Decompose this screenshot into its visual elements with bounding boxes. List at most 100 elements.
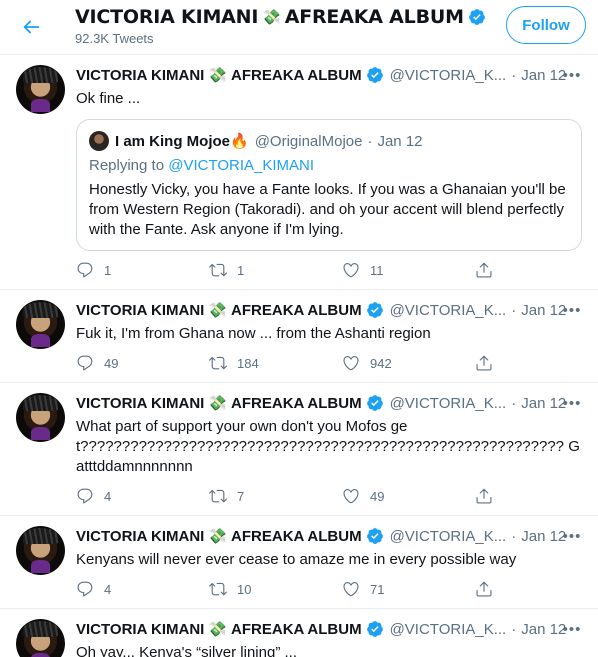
money-emoji-icon: 💸 bbox=[208, 621, 228, 638]
tweet-actions: 49 184 942 bbox=[68, 344, 582, 382]
author-album-text: AFREAKA ALBUM bbox=[231, 527, 362, 545]
retweet-icon bbox=[209, 489, 227, 503]
like-count: 942 bbox=[370, 355, 392, 371]
author-name[interactable]: VICTORIA KIMANI 💸 AFREAKA ALBUM bbox=[76, 301, 384, 319]
share-button[interactable] bbox=[467, 346, 501, 380]
author-album-text: AFREAKA ALBUM bbox=[231, 66, 362, 84]
replying-to-link[interactable]: @VICTORIA_KIMANI bbox=[168, 157, 314, 174]
tweet-header: VICTORIA KIMANI 💸 AFREAKA ALBUM @VICTORI… bbox=[76, 393, 582, 413]
like-button[interactable]: 11 bbox=[334, 253, 467, 287]
author-handle[interactable]: @VICTORIA_K... bbox=[390, 621, 507, 638]
heart-icon bbox=[343, 489, 359, 504]
timestamp[interactable]: Jan 12 bbox=[521, 621, 566, 638]
header-title-wrap: VICTORIA KIMANI 💸 AFREAKA ALBUM 92.3K Tw… bbox=[75, 6, 486, 46]
more-button[interactable]: ••• bbox=[562, 65, 582, 85]
replying-to: Replying to @VICTORIA_KIMANI bbox=[89, 157, 569, 174]
author-name-text: VICTORIA KIMANI bbox=[76, 301, 205, 319]
separator-dot: · bbox=[511, 394, 517, 412]
share-button[interactable] bbox=[467, 572, 501, 606]
quoted-author-name[interactable]: I am King Mojoe🔥 bbox=[115, 132, 249, 150]
avatar[interactable] bbox=[16, 65, 65, 114]
retweet-button[interactable]: 184 bbox=[201, 346, 334, 380]
tweet[interactable]: ••• VICTORIA KIMANI 💸 AFREAKA ALBUM @VIC… bbox=[0, 516, 598, 609]
like-button[interactable]: 49 bbox=[334, 479, 467, 513]
avatar[interactable] bbox=[16, 393, 65, 442]
quoted-author-handle[interactable]: @OriginalMojoe bbox=[255, 133, 363, 150]
more-button[interactable]: ••• bbox=[562, 619, 582, 639]
reply-button[interactable]: 49 bbox=[68, 346, 201, 380]
timestamp[interactable]: Jan 12 bbox=[521, 67, 566, 84]
back-button[interactable] bbox=[12, 8, 50, 46]
share-button[interactable] bbox=[467, 479, 501, 513]
retweet-button[interactable]: 10 bbox=[201, 572, 334, 606]
heart-icon bbox=[343, 263, 359, 278]
retweet-button[interactable]: 7 bbox=[201, 479, 334, 513]
quoted-tweet-text: Honestly Vicky, you have a Fante looks. … bbox=[89, 181, 566, 238]
author-name[interactable]: VICTORIA KIMANI 💸 AFREAKA ALBUM bbox=[76, 620, 384, 638]
separator-dot: · bbox=[367, 132, 373, 150]
like-button[interactable]: 942 bbox=[334, 346, 467, 380]
verified-badge-icon bbox=[366, 621, 383, 637]
timestamp[interactable]: Jan 12 bbox=[521, 528, 566, 545]
reply-count: 4 bbox=[104, 581, 112, 597]
reply-count: 1 bbox=[104, 262, 112, 278]
tweet-header: VICTORIA KIMANI 💸 AFREAKA ALBUM @VICTORI… bbox=[76, 526, 582, 546]
like-count: 71 bbox=[370, 581, 385, 597]
reply-count: 49 bbox=[104, 355, 119, 371]
quoted-avatar[interactable] bbox=[89, 131, 109, 151]
more-button[interactable]: ••• bbox=[562, 300, 582, 320]
money-emoji-icon: 💸 bbox=[208, 528, 228, 545]
author-name[interactable]: VICTORIA KIMANI 💸 AFREAKA ALBUM bbox=[76, 66, 384, 84]
replying-to-prefix: Replying to bbox=[89, 157, 169, 174]
reply-button[interactable]: 4 bbox=[68, 572, 201, 606]
tweet-text: Kenyans will never ever cease to amaze m… bbox=[76, 551, 517, 568]
share-icon bbox=[476, 355, 492, 371]
tweet-count: 92.3K Tweets bbox=[75, 31, 154, 46]
separator-dot: · bbox=[511, 620, 517, 638]
more-button[interactable]: ••• bbox=[562, 526, 582, 546]
tweet-text: Ok fine ... bbox=[76, 90, 141, 107]
tweet[interactable]: ••• VICTORIA KIMANI 💸 AFREAKA ALBUM @VIC… bbox=[0, 290, 598, 383]
author-handle[interactable]: @VICTORIA_K... bbox=[390, 528, 507, 545]
author-handle[interactable]: @VICTORIA_K... bbox=[390, 395, 507, 412]
quoted-tweet[interactable]: I am King Mojoe🔥 @OriginalMojoe · Jan 12… bbox=[76, 119, 582, 251]
more-button[interactable]: ••• bbox=[562, 393, 582, 413]
reply-button[interactable]: 4 bbox=[68, 479, 201, 513]
share-button[interactable] bbox=[467, 253, 501, 287]
avatar[interactable] bbox=[16, 619, 65, 657]
verified-badge-icon bbox=[366, 302, 383, 318]
tweet-actions: 4 7 49 bbox=[68, 477, 582, 515]
author-name-text: VICTORIA KIMANI bbox=[76, 394, 205, 412]
verified-badge-icon bbox=[366, 67, 383, 83]
retweet-count: 184 bbox=[237, 355, 259, 371]
author-handle[interactable]: @VICTORIA_K... bbox=[390, 302, 507, 319]
verified-badge-icon bbox=[366, 528, 383, 544]
tweet[interactable]: ••• VICTORIA KIMANI 💸 AFREAKA ALBUM @VIC… bbox=[0, 55, 598, 290]
author-album-text: AFREAKA ALBUM bbox=[231, 394, 362, 412]
money-emoji-icon: 💸 bbox=[208, 67, 228, 84]
avatar[interactable] bbox=[16, 526, 65, 575]
like-button[interactable]: 71 bbox=[334, 572, 467, 606]
reply-button[interactable]: 1 bbox=[68, 253, 201, 287]
separator-dot: · bbox=[511, 66, 517, 84]
timestamp[interactable]: Jan 12 bbox=[521, 302, 566, 319]
retweet-count: 1 bbox=[237, 262, 245, 278]
money-emoji-icon: 💸 bbox=[208, 302, 228, 319]
quoted-timestamp[interactable]: Jan 12 bbox=[377, 133, 422, 150]
share-icon bbox=[476, 262, 492, 278]
timestamp[interactable]: Jan 12 bbox=[521, 395, 566, 412]
author-name[interactable]: VICTORIA KIMANI 💸 AFREAKA ALBUM bbox=[76, 527, 384, 545]
retweet-count: 7 bbox=[237, 488, 245, 504]
author-album-text: AFREAKA ALBUM bbox=[231, 301, 362, 319]
author-album-text: AFREAKA ALBUM bbox=[231, 620, 362, 638]
tweet[interactable]: ••• VICTORIA KIMANI 💸 AFREAKA ALBUM @VIC… bbox=[0, 609, 598, 657]
back-arrow-icon bbox=[23, 20, 40, 34]
avatar[interactable] bbox=[16, 300, 65, 349]
author-handle[interactable]: @VICTORIA_K... bbox=[390, 67, 507, 84]
retweet-button[interactable]: 1 bbox=[201, 253, 334, 287]
page-title: VICTORIA KIMANI 💸 AFREAKA ALBUM bbox=[75, 6, 486, 28]
follow-button[interactable]: Follow bbox=[506, 6, 586, 44]
tweet[interactable]: ••• VICTORIA KIMANI 💸 AFREAKA ALBUM @VIC… bbox=[0, 383, 598, 516]
author-name[interactable]: VICTORIA KIMANI 💸 AFREAKA ALBUM bbox=[76, 394, 384, 412]
quoted-tweet-header: I am King Mojoe🔥 @OriginalMojoe · Jan 12 bbox=[89, 131, 569, 151]
